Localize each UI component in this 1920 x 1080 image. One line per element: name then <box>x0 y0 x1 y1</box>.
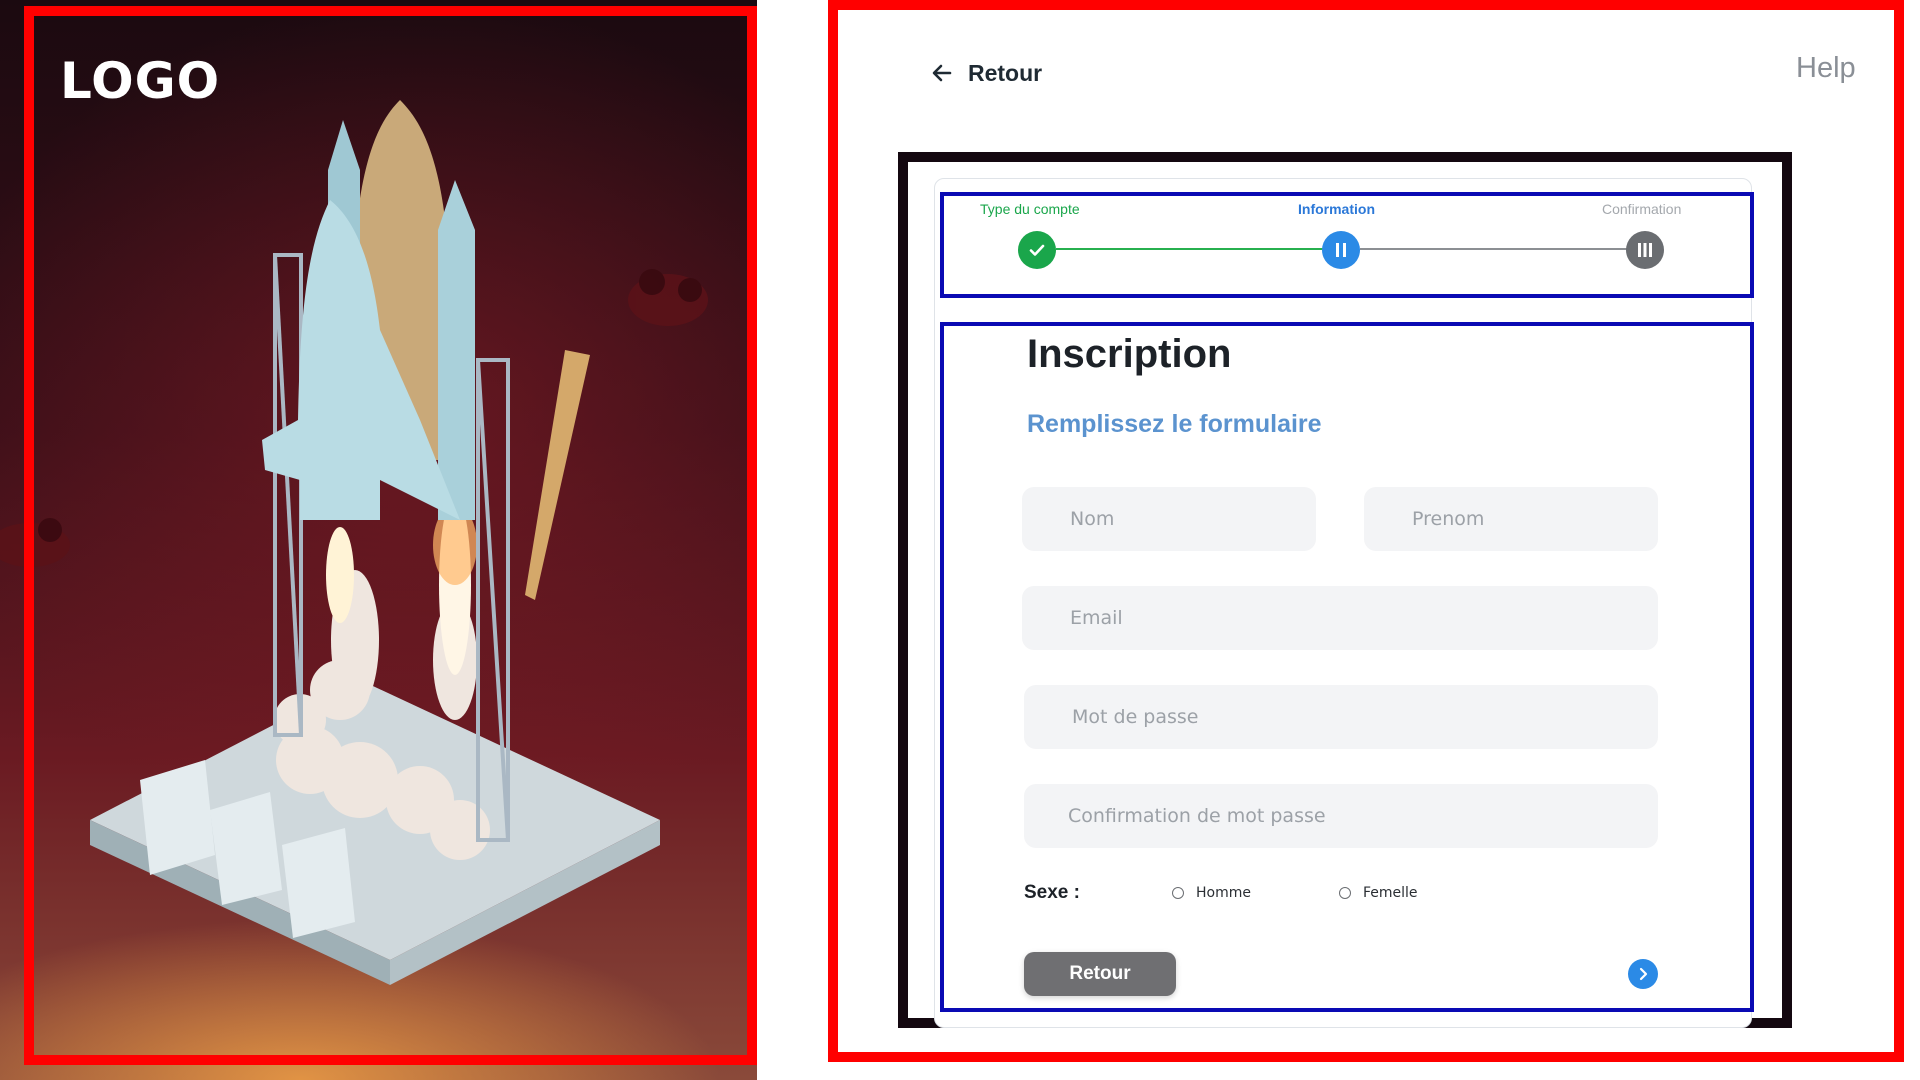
email-input[interactable] <box>1022 586 1658 650</box>
radio-femelle-circle[interactable] <box>1339 887 1351 899</box>
radio-femelle[interactable]: Femelle <box>1339 885 1418 901</box>
check-icon <box>1029 244 1045 256</box>
form-subtitle: Remplissez le formulaire <box>1027 410 1322 438</box>
step-circle-information[interactable] <box>1322 231 1360 269</box>
back-link-label: Retour <box>968 59 1043 86</box>
radio-homme[interactable]: Homme <box>1172 885 1251 901</box>
back-link[interactable]: Retour <box>930 56 1042 90</box>
step-connector-complete <box>1056 248 1342 250</box>
arrow-left-icon <box>932 64 952 82</box>
nom-input[interactable] <box>1022 487 1316 551</box>
rocket-launch-illustration <box>0 100 708 985</box>
chevron-right-icon <box>1639 967 1648 981</box>
hero-panel: LOGO <box>0 0 757 1080</box>
retour-button[interactable]: Retour <box>1024 952 1176 996</box>
help-link[interactable]: Help <box>1796 52 1856 85</box>
next-button[interactable] <box>1628 959 1658 989</box>
step-label-type-compte: Type du compte <box>980 201 1080 217</box>
step-circle-confirmation[interactable] <box>1626 231 1664 269</box>
page-title: Inscription <box>1027 332 1232 376</box>
step-connector-pending <box>1360 248 1646 250</box>
radio-homme-label: Homme <box>1196 885 1251 901</box>
prenom-input[interactable] <box>1364 487 1658 551</box>
step-label-information: Information <box>1298 201 1375 217</box>
password-input[interactable] <box>1024 685 1658 749</box>
bars-icon <box>1638 243 1652 257</box>
pause-icon <box>1336 243 1346 257</box>
step-circle-type-compte[interactable] <box>1018 231 1056 269</box>
sexe-label: Sexe : <box>1024 882 1080 903</box>
password-confirm-input[interactable] <box>1024 784 1658 848</box>
radio-femelle-label: Femelle <box>1363 885 1418 901</box>
radio-homme-circle[interactable] <box>1172 887 1184 899</box>
logo: LOGO <box>60 52 221 110</box>
step-label-confirmation: Confirmation <box>1602 201 1682 217</box>
